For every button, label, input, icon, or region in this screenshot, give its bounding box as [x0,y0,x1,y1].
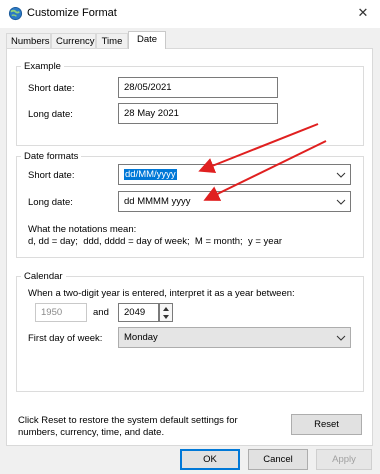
apply-button[interactable]: Apply [316,449,372,470]
two-digit-year-text: When a two-digit year is entered, interp… [28,288,295,299]
example-long-label: Long date: [28,109,73,120]
example-long-value: 28 May 2021 [118,103,278,124]
date-formats-group-title: Date formats [21,151,82,162]
long-date-combo[interactable]: dd MMMM yyyy [118,191,351,212]
chevron-down-icon[interactable] [335,331,347,344]
spin-down-icon[interactable] [162,314,170,320]
first-day-select[interactable]: Monday [118,327,351,348]
year-to-input[interactable]: 2049 [118,303,159,322]
year-spinner[interactable] [159,303,173,322]
tab-time[interactable]: Time [96,33,128,48]
window-title: Customize Format [27,7,117,19]
first-day-value: Monday [124,332,158,343]
short-date-input[interactable]: dd/MM/yyyy [124,169,177,180]
cancel-button[interactable]: Cancel [248,449,308,470]
globe-app-icon [8,6,23,21]
reset-button[interactable]: Reset [291,414,362,435]
short-date-label: Short date: [28,170,75,181]
example-short-value: 28/05/2021 [118,77,278,98]
and-label: and [93,307,109,318]
reset-description: Click Reset to restore the system defaul… [18,415,238,438]
chevron-down-icon[interactable] [335,168,347,181]
example-short-label: Short date: [28,83,75,94]
close-icon[interactable]: ✕ [355,5,371,21]
first-day-label: First day of week: [28,333,103,344]
ok-button[interactable]: OK [180,449,240,470]
short-date-combo[interactable]: dd/MM/yyyy [118,164,351,185]
tab-numbers[interactable]: Numbers [6,33,51,48]
notation-heading: What the notations mean: [28,224,137,235]
spin-up-icon[interactable] [162,306,170,312]
tab-date[interactable]: Date [128,31,166,49]
long-date-input[interactable]: dd MMMM yyyy [124,195,191,208]
tab-currency[interactable]: Currency [51,33,96,48]
year-from-input: 1950 [35,303,87,322]
long-date-label: Long date: [28,197,73,208]
example-group-title: Example [21,61,64,72]
calendar-group-title: Calendar [21,271,66,282]
chevron-down-icon[interactable] [335,195,347,208]
notation-text: d, dd = day; ddd, dddd = day of week; M … [28,236,283,247]
